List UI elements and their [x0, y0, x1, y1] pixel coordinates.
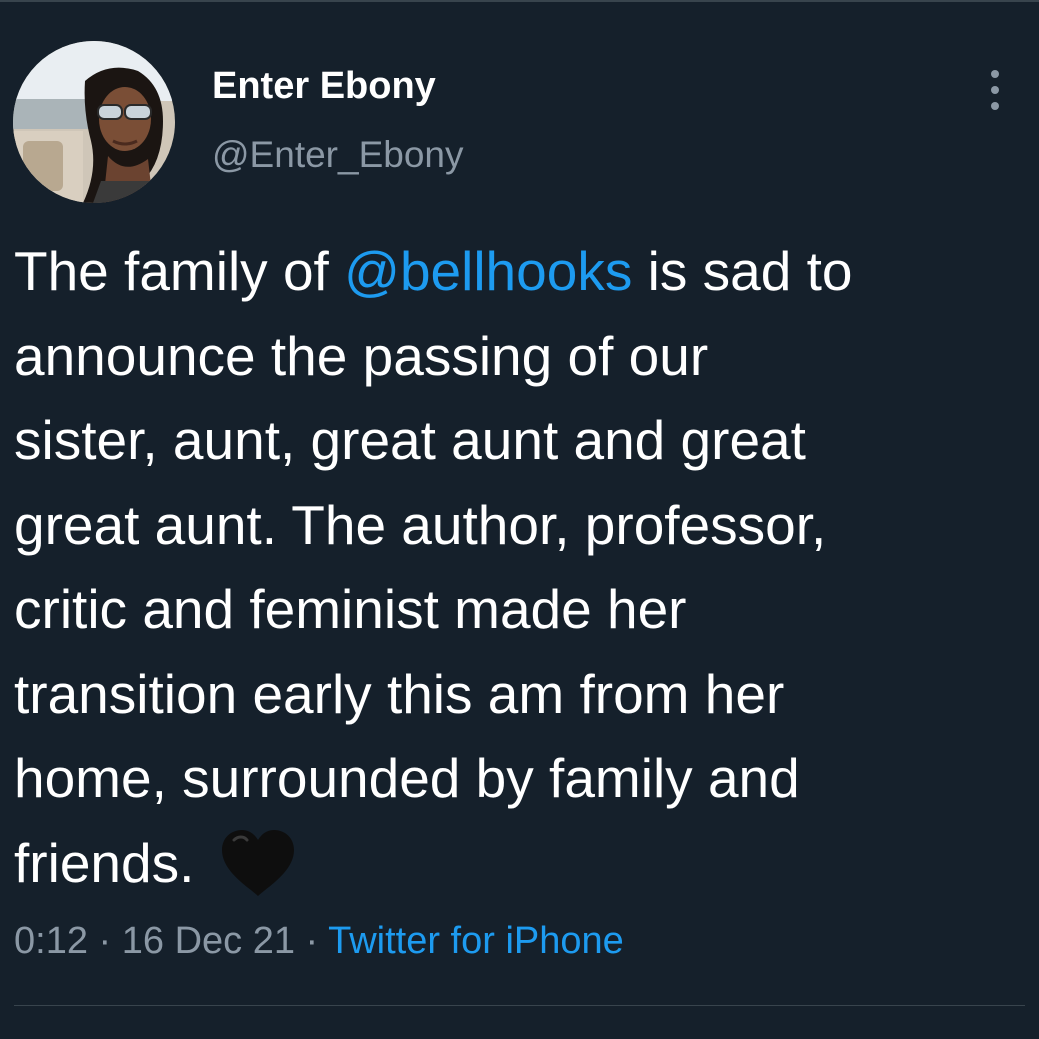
- black-heart-icon: [221, 829, 294, 896]
- tweet-line: announce the passing of our: [14, 324, 709, 387]
- tweet-date[interactable]: 16 Dec 21: [122, 920, 295, 962]
- more-dot: [991, 70, 999, 78]
- tweet-line: critic and feminist made her: [14, 578, 687, 640]
- meta-separator: ·: [294, 920, 329, 962]
- bottom-divider: [14, 1005, 1025, 1006]
- more-options-icon[interactable]: [982, 70, 1008, 110]
- tweet-text-segment: The family of: [14, 240, 345, 302]
- avatar-photo: [13, 41, 175, 203]
- tweet-line: home, surrounded by family and: [14, 747, 800, 809]
- tweet-text: The family of @bellhooks is sad to annou…: [14, 229, 1024, 905]
- tweet-line: sister, aunt, great aunt and great: [14, 409, 806, 471]
- tweet-screen: Enter Ebony @Enter_Ebony The family of @…: [0, 0, 1039, 1039]
- tweet-meta: 0:12 · 16 Dec 21 · Twitter for iPhone: [14, 919, 624, 965]
- avatar[interactable]: [13, 41, 175, 203]
- more-dot: [991, 86, 999, 94]
- tweet-text-segment: friends.: [14, 831, 210, 894]
- tweet-line: transition early this am from her: [14, 662, 785, 725]
- tweet-source-link[interactable]: Twitter for iPhone: [328, 920, 624, 962]
- tweet-line: great aunt. The author, professor,: [14, 493, 827, 556]
- meta-separator: ·: [87, 920, 122, 962]
- tweet-line: friends.: [14, 821, 1024, 906]
- tweet-time[interactable]: 0:12: [14, 920, 88, 962]
- top-divider: [0, 0, 1039, 2]
- user-handle[interactable]: @Enter_Ebony: [212, 134, 463, 176]
- tweet-line: The family of @bellhooks is sad to: [14, 229, 1024, 314]
- display-name[interactable]: Enter Ebony: [212, 65, 436, 108]
- mention-link[interactable]: @bellhooks: [344, 240, 632, 302]
- tweet-text-segment: is sad to: [632, 240, 853, 302]
- more-dot: [991, 102, 999, 110]
